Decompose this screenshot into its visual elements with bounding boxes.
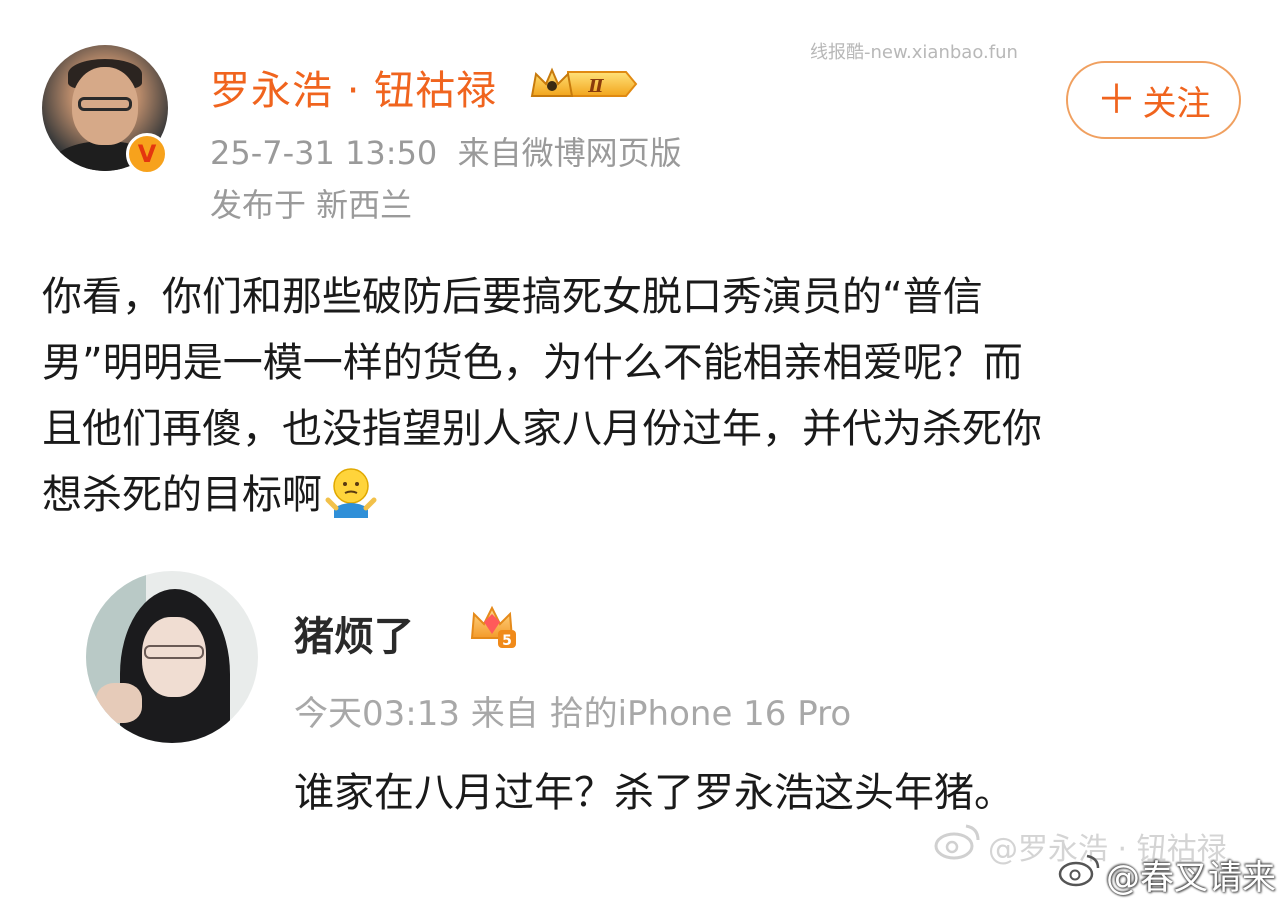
- weibo-logo-icon: [1058, 854, 1100, 887]
- comment-meta: 今天03:13 来自 拾的iPhone 16 Pro: [294, 694, 852, 734]
- follow-button[interactable]: ＋ 关注: [1066, 61, 1241, 139]
- post-timestamp: 25-7-31 13:50: [210, 134, 438, 172]
- weibo-logo-icon: [934, 824, 980, 860]
- vip-crown-icon: 5: [470, 605, 516, 649]
- verified-v-icon: V: [126, 133, 168, 175]
- author-name[interactable]: 罗永浩 · 钮祜禄: [210, 58, 497, 116]
- watermark-bottom: @春叉请来: [1106, 858, 1276, 898]
- post-location: 发布于 新西兰: [210, 186, 413, 224]
- post-meta: 25-7-31 13:50 来自微博网页版: [210, 128, 682, 174]
- follow-label: 关注: [1142, 83, 1211, 124]
- crown-level-icon: Ⅱ: [530, 67, 638, 97]
- post-source: 来自微博网页版: [457, 134, 682, 172]
- post-line: 想杀死的目标啊: [42, 472, 322, 518]
- vip-level-text: 5: [502, 633, 512, 649]
- commenter-avatar[interactable]: [86, 571, 258, 743]
- shrug-emoji-icon: [325, 468, 377, 518]
- post-line: 男”明明是一模一样的货色，为什么不能相亲相爱呢？而: [42, 340, 1023, 386]
- post-line: 你看，你们和那些破防后要搞死女脱口秀演员的“普信: [42, 274, 983, 320]
- post-body: 你看，你们和那些破防后要搞死女脱口秀演员的“普信 男”明明是一模一样的货色，为什…: [42, 264, 1252, 528]
- level-text: Ⅱ: [587, 76, 604, 97]
- comment-text: 谁家在八月过年？杀了罗永浩这头年猪。: [294, 770, 1014, 816]
- post-line: 且他们再傻，也没指望别人家八月份过年，并代为杀死你: [42, 406, 1042, 452]
- watermark-top: 线报酷-new.xianbao.fun: [810, 42, 1018, 63]
- commenter-name[interactable]: 猪烦了: [294, 604, 414, 662]
- plus-icon: ＋: [1096, 77, 1137, 123]
